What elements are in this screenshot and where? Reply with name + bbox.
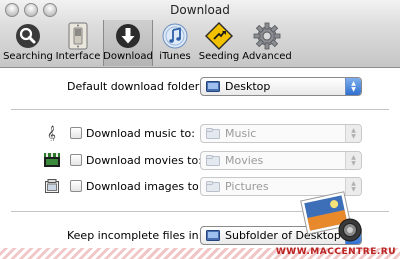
tab-searching-label: Searching bbox=[3, 51, 53, 62]
gear-icon bbox=[252, 22, 282, 50]
movies-folder-icon bbox=[206, 155, 220, 166]
download-arrow-icon bbox=[113, 22, 143, 50]
movies-folder-value: Movies bbox=[225, 154, 264, 167]
window-title: Download bbox=[170, 3, 230, 17]
tab-download[interactable]: Download bbox=[103, 20, 153, 66]
default-folder-value: Desktop bbox=[225, 80, 271, 93]
music-label: Download music to: bbox=[86, 126, 195, 140]
popup-arrows-icon: ▲▼ bbox=[345, 78, 361, 95]
default-folder-label: Default download folder: bbox=[67, 80, 203, 93]
movies-checkbox[interactable] bbox=[70, 154, 82, 166]
tab-searching[interactable]: Searching bbox=[3, 20, 53, 66]
svg-text:𝄞: 𝄞 bbox=[47, 125, 56, 141]
movies-label: Download movies to: bbox=[86, 153, 202, 167]
default-folder-popup[interactable]: Desktop ▲ ▼ bbox=[200, 77, 362, 96]
window-toolbar: Download Searching Interface Download iT… bbox=[0, 0, 400, 68]
music-folder-icon bbox=[206, 128, 220, 139]
tab-itunes[interactable]: iTunes bbox=[153, 20, 197, 66]
tab-interface[interactable]: Interface bbox=[53, 20, 103, 66]
music-folder-popup[interactable]: Music ▲ ▼ bbox=[200, 124, 362, 143]
desktop-folder-icon bbox=[206, 81, 220, 92]
section-divider bbox=[11, 109, 389, 110]
tab-itunes-label: iTunes bbox=[159, 51, 191, 62]
images-checkbox[interactable] bbox=[70, 180, 82, 192]
clapperboard-icon bbox=[44, 152, 60, 168]
movies-folder-popup[interactable]: Movies ▲ ▼ bbox=[200, 151, 362, 170]
watermark-strip: WWW.MACCENTRE.RU bbox=[0, 247, 400, 259]
itunes-icon bbox=[160, 22, 190, 50]
picture-frame-icon bbox=[44, 178, 60, 194]
tab-download-label: Download bbox=[103, 51, 153, 62]
tab-advanced[interactable]: Advanced bbox=[241, 20, 293, 66]
music-row: 𝄞 Download music to: bbox=[44, 125, 195, 141]
music-folder-value: Music bbox=[225, 127, 257, 140]
tab-interface-label: Interface bbox=[55, 51, 101, 62]
popup-arrows-icon: ▲▼ bbox=[345, 125, 361, 142]
images-row: Download images to: bbox=[44, 178, 202, 194]
tab-advanced-label: Advanced bbox=[242, 51, 292, 62]
preferences-toolbar: Searching Interface Download iTunes Seed… bbox=[3, 20, 293, 66]
switch-icon bbox=[63, 22, 93, 50]
desktop-folder-icon bbox=[206, 230, 220, 241]
music-checkbox[interactable] bbox=[70, 127, 82, 139]
tab-seeding[interactable]: Seeding bbox=[197, 20, 241, 66]
movies-row: Download movies to: bbox=[44, 152, 202, 168]
images-folder-value: Pictures bbox=[225, 180, 269, 193]
pictures-folder-icon bbox=[206, 181, 220, 192]
popup-arrows-icon: ▲▼ bbox=[345, 152, 361, 169]
seeding-sign-icon bbox=[204, 22, 234, 50]
images-label: Download images to: bbox=[86, 179, 203, 193]
incomplete-files-label: Keep incomplete files in: bbox=[67, 229, 203, 242]
magnifier-icon bbox=[13, 22, 43, 50]
treble-clef-icon: 𝄞 bbox=[44, 125, 60, 141]
photo-camera-badge-icon bbox=[300, 191, 362, 242]
watermark-text: WWW.MACCENTRE.RU bbox=[275, 247, 396, 257]
tab-seeding-label: Seeding bbox=[198, 51, 240, 62]
